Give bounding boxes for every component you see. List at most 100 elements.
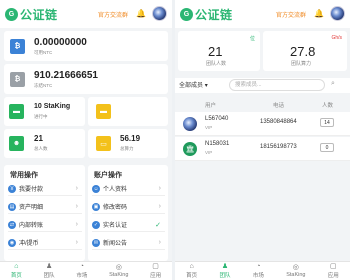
staking-icon: ▬ (9, 104, 24, 119)
tab-staking-label: StaKing (109, 272, 129, 278)
account-actions-title: 账户操作 (94, 172, 122, 179)
menu-profile[interactable]: ☺ 个人资料 › (92, 182, 165, 196)
team-power-label: 团队算力 (291, 61, 312, 67)
market-icon: ◔ (79, 263, 84, 270)
tab-market-label: 市场 (76, 273, 88, 279)
tab-team-label: 团队 (43, 273, 55, 279)
col-phone: 电话 (273, 103, 285, 109)
team-people-unit: 位 (249, 36, 255, 42)
menu-transfer-label: 内部转账 (19, 223, 44, 229)
member-phone: 18156198773 (260, 144, 297, 150)
market-icon: ◔ (256, 263, 261, 270)
staking-icon: ◎ (115, 264, 122, 271)
menu-change-password[interactable]: ▣ 修改密码 › (92, 200, 165, 214)
bitcoin-icon: ₿ (10, 72, 25, 87)
member-filter-value: 全部成员 (179, 83, 204, 89)
total-power-card[interactable]: ▭ 56.19 总算力 (88, 129, 168, 158)
tab-staking[interactable]: ◎ StaKing (109, 264, 128, 278)
logo-icon: G (5, 7, 18, 21)
col-user: 用户 (205, 103, 217, 109)
people-icon: ☻ (9, 136, 24, 151)
total-power-value: 56.19 (120, 134, 141, 143)
asset-icon: ▤ (8, 202, 16, 211)
logo-text: 公证链 (20, 7, 58, 22)
group-link[interactable]: 官方交流群 (276, 10, 306, 19)
member-level: VIP (205, 150, 213, 155)
apps-icon: ▢ (329, 263, 337, 270)
avatar[interactable] (330, 6, 345, 21)
team-power-card: Gh/s 27.8 团队算力 (263, 31, 347, 71)
team-power-value: 27.8 (290, 44, 316, 59)
profile-icon: ☺ (92, 184, 100, 193)
menu-news[interactable]: ✉ 新闻公告 › (92, 236, 165, 250)
menu-news-label: 新闻公告 (103, 241, 128, 247)
member-level: VIP (205, 125, 213, 130)
tab-staking[interactable]: ◎ StaKing (286, 264, 305, 278)
menu-asset-detail-label: 资产明细 (19, 205, 44, 211)
news-icon: ✉ (92, 238, 100, 247)
staking-count: 10 (34, 103, 42, 110)
yellow-card[interactable]: ▬ (88, 97, 168, 126)
tab-home[interactable]: ⌂ 首页 (11, 263, 22, 279)
tab-market[interactable]: ◔ 市场 (76, 263, 87, 279)
menu-pay[interactable]: ￥ 我要付款 › (8, 182, 82, 196)
home-icon: ⌂ (189, 263, 194, 270)
table-row[interactable]: 🏛 N158031 VIP 18156198773 0 (175, 137, 350, 161)
total-people-label: 总人数 (34, 146, 48, 151)
member-phone: 13580848864 (260, 119, 297, 125)
filter-bar: 全部成员 ▾ 搜索成员... ⌕ (175, 78, 350, 93)
chevron-right-icon: › (75, 239, 78, 246)
total-people-value: 21 (34, 134, 43, 143)
total-power-label: 总算力 (120, 146, 134, 151)
menu-verification[interactable]: ✓ 实名认证 ✓ (92, 218, 165, 232)
chevron-right-icon: › (75, 221, 78, 228)
search-icon[interactable]: ⌕ (331, 80, 335, 88)
bell-icon[interactable]: 🔔 (314, 9, 324, 18)
avatar[interactable] (152, 6, 167, 21)
tab-bar: ⌂ 首页 ♟ 团队 ◔ 市场 ◎ StaKing ▢ 应用 (0, 261, 172, 280)
member-count: 14 (320, 118, 334, 127)
logo: G 公证链 (5, 6, 58, 23)
tab-apps[interactable]: ▢ 应用 (150, 263, 161, 279)
chevron-right-icon: › (158, 239, 161, 246)
power-icon: ▭ (96, 136, 111, 151)
team-icon: ♟ (45, 263, 53, 270)
staking-card[interactable]: ▬ 10 StaKing 进行中 (4, 97, 85, 126)
pay-icon: ￥ (8, 184, 16, 193)
staking-icon: ◎ (292, 264, 299, 271)
menu-verification-label: 实名认证 (103, 223, 128, 229)
chevron-right-icon: › (158, 203, 161, 210)
staking-label: 进行中 (34, 114, 48, 119)
team-power-unit: Gh/s (331, 35, 342, 41)
col-count: 人数 (322, 103, 334, 109)
tab-home[interactable]: ⌂ 首页 (186, 263, 197, 279)
home-icon: ⌂ (14, 263, 19, 270)
menu-profile-label: 个人资料 (103, 187, 128, 193)
staking-suffix: StaKing (43, 103, 71, 110)
tab-team[interactable]: ♟ 团队 (44, 263, 55, 279)
menu-deposit-withdraw-label: 冲/提币 (19, 241, 39, 247)
apps-icon: ▢ (152, 263, 159, 270)
group-link[interactable]: 官方交流群 (98, 10, 128, 19)
available-balance-value: 0.00000000 (34, 37, 87, 48)
team-people-label: 团队人数 (206, 61, 227, 67)
member-filter-select[interactable]: 全部成员 ▾ (179, 80, 208, 89)
tab-apps[interactable]: ▢ 应用 (328, 263, 339, 279)
bell-icon[interactable]: 🔔 (136, 9, 146, 18)
member-search-input[interactable]: 搜索成员... (229, 79, 325, 91)
menu-asset-detail[interactable]: ▤ 资产明细 › (8, 200, 82, 214)
tab-team[interactable]: ♟ 团队 (220, 263, 231, 279)
tab-market[interactable]: ◔ 市场 (253, 263, 264, 279)
tab-bar: ⌂ 首页 ♟ 团队 ◔ 市场 ◎ StaKing ▢ 应用 (175, 261, 350, 280)
tab-market-label: 市场 (252, 273, 264, 279)
frozen-balance-value: 910.21666651 (34, 70, 98, 81)
check-icon: ✓ (155, 221, 161, 229)
menu-deposit-withdraw[interactable]: ◉ 冲/提币 › (8, 236, 82, 250)
team-people-card: 位 21 团队人数 (178, 31, 260, 71)
home-screen: G 公证链 官方交流群 🔔 ₿ 0.00000000 可用NTC ₿ 910.2… (0, 0, 172, 280)
chevron-down-icon: ▾ (204, 83, 208, 89)
tab-apps-label: 应用 (150, 273, 162, 279)
table-row[interactable]: L567040 VIP 13580848864 14 (175, 112, 350, 136)
menu-transfer[interactable]: ⇄ 内部转账 › (8, 218, 82, 232)
total-people-card[interactable]: ☻ 21 总人数 (4, 129, 85, 158)
